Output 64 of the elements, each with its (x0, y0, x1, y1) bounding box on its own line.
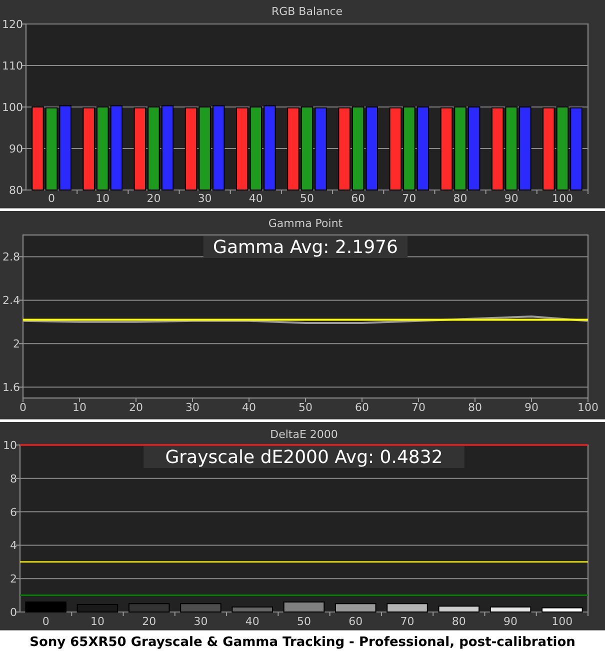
bar (76, 604, 118, 612)
axis-label: 100 (552, 615, 573, 628)
bar (438, 606, 480, 612)
bar (232, 606, 273, 612)
axis-label: 110 (2, 60, 23, 72)
bar (490, 606, 532, 612)
axis-label: 10 (96, 192, 110, 205)
bar (25, 601, 66, 612)
chart-title: RGB Balance (271, 5, 343, 18)
axis-label: 40 (245, 615, 260, 628)
axis-label: 2 (13, 338, 20, 351)
chart-title: DeltaE 2000 (270, 428, 338, 441)
axis-label: 80 (453, 192, 468, 205)
bar (128, 603, 170, 612)
axis-label: 60 (355, 401, 369, 414)
axis-label: 100 (2, 101, 23, 114)
axis-label: 2.4 (2, 294, 20, 308)
axis-label: 90 (524, 401, 538, 414)
axis-label: 10 (3, 439, 17, 452)
axis-label: 2.8 (2, 250, 20, 264)
caption: Sony 65XR50 Grayscale & Gamma Tracking - Professional, post-calibration (30, 634, 576, 650)
axis-label: 1.6 (2, 381, 20, 394)
axis-label: 80 (452, 615, 466, 628)
axis-label: 8 (10, 472, 17, 486)
axis-label: 90 (504, 615, 518, 628)
axis-label: 20 (129, 401, 143, 414)
axis-label: 70 (402, 192, 416, 205)
axis-label: 80 (468, 401, 482, 414)
axis-label: 30 (194, 615, 208, 628)
axis-label: 20 (142, 615, 156, 628)
axis-label: 50 (300, 192, 314, 205)
axis-label: 100 (578, 401, 598, 414)
axis-label: 40 (242, 401, 256, 414)
axis-label: 30 (186, 401, 200, 414)
bar (180, 603, 222, 612)
axis-label: 30 (198, 192, 212, 205)
axis-label: 0 (48, 192, 56, 205)
axis-label: 70 (412, 401, 426, 414)
axis-label: 20 (146, 192, 161, 205)
average-label: Gamma Avg: 2.1976 (203, 236, 408, 258)
axis-label: 90 (9, 142, 23, 156)
axis-label: 50 (297, 615, 311, 628)
axis-label: 0 (42, 615, 50, 628)
bar (386, 603, 428, 612)
axis-label: 0 (20, 401, 26, 414)
axis-label: 60 (351, 192, 366, 205)
bar (335, 603, 376, 612)
axis-label: 80 (9, 184, 23, 197)
axis-label: 10 (90, 615, 104, 628)
axis-label: 100 (552, 192, 573, 205)
axis-label: 50 (298, 401, 312, 414)
axis-label: 60 (348, 615, 363, 628)
bar (542, 607, 583, 612)
axis-label: 0 (10, 606, 17, 619)
axis-label: 10 (72, 401, 86, 414)
axis-label: 2 (10, 572, 17, 586)
axis-label: 4 (10, 539, 17, 552)
axis-label: 70 (400, 615, 414, 628)
chart-title: Gamma Point (268, 217, 343, 230)
axis-label: 120 (2, 18, 23, 31)
average-label: Grayscale dE2000 Avg: 0.4832 (144, 446, 464, 468)
axis-label: 40 (248, 192, 263, 205)
axis-label: 90 (504, 192, 518, 205)
axis-label: 6 (10, 506, 17, 519)
